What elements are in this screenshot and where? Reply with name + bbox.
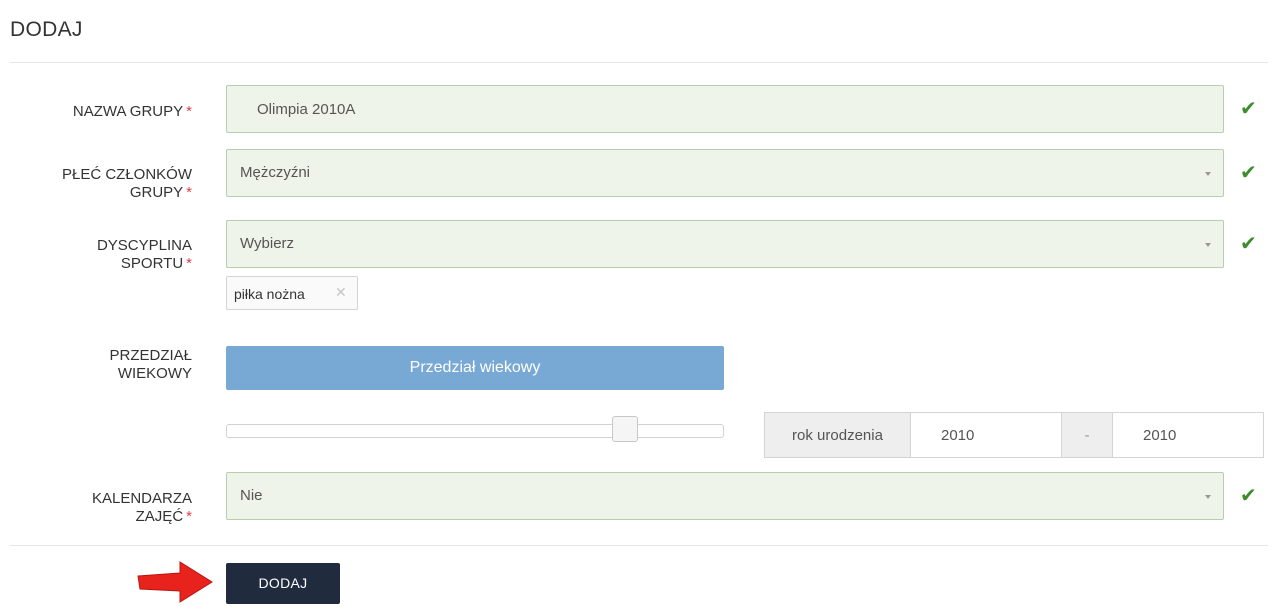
age-range-button[interactable]: Przedział wiekowy — [226, 346, 724, 390]
discipline-tag: piłka nożna ✕ — [226, 276, 358, 310]
caret-down-icon — [1205, 495, 1211, 499]
check-icon: ✔ — [1240, 162, 1257, 184]
required-marker: * — [186, 103, 192, 120]
gender-value: Mężczyźni — [240, 164, 311, 181]
birth-year-from-input[interactable]: 2010 — [911, 413, 1061, 457]
tag-label: piłka nożna — [234, 286, 305, 302]
caret-down-icon — [1205, 243, 1211, 247]
discipline-select[interactable]: Wybierz — [226, 220, 1224, 268]
check-icon: ✔ — [1240, 485, 1257, 507]
required-marker: * — [186, 255, 192, 272]
age-slider-handle[interactable] — [612, 416, 638, 442]
group-name-value: Olimpia 2010A — [257, 101, 356, 118]
birth-year-group: rok urodzenia 2010 - 2010 — [764, 412, 1264, 458]
check-icon: ✔ — [1240, 98, 1257, 120]
top-divider — [10, 62, 1268, 63]
caret-down-icon — [1205, 172, 1211, 176]
calendar-select[interactable]: Nie — [226, 472, 1224, 520]
range-separator: - — [1061, 413, 1113, 457]
group-name-input[interactable]: Olimpia 2010A — [226, 85, 1224, 133]
page-title: DODAJ — [10, 18, 83, 41]
calendar-label: KALENDARZA ZAJĘĆ * — [91, 490, 192, 525]
bottom-divider — [10, 545, 1268, 546]
red-arrow-icon — [137, 561, 213, 603]
check-icon: ✔ — [1240, 233, 1257, 255]
gender-select[interactable]: Mężczyźni — [226, 149, 1224, 197]
calendar-value: Nie — [240, 487, 263, 504]
birth-year-label: rok urodzenia — [765, 413, 911, 457]
group-name-label: NAZWA GRUPY * — [72, 103, 192, 120]
age-slider-track[interactable] — [226, 424, 724, 438]
gender-label: PŁEĆ CZŁONKÓW GRUPY * — [61, 166, 192, 201]
discipline-value: Wybierz — [240, 235, 295, 252]
submit-button[interactable]: DODAJ — [226, 563, 340, 604]
discipline-label: DYSCYPLINA SPORTU * — [96, 237, 192, 272]
required-marker: * — [186, 508, 192, 525]
age-range-label: PRZEDZIAŁ WIEKOWY — [109, 347, 192, 382]
birth-year-to-input[interactable]: 2010 — [1113, 413, 1263, 457]
required-marker: * — [186, 184, 192, 201]
close-icon[interactable]: ✕ — [335, 284, 347, 301]
